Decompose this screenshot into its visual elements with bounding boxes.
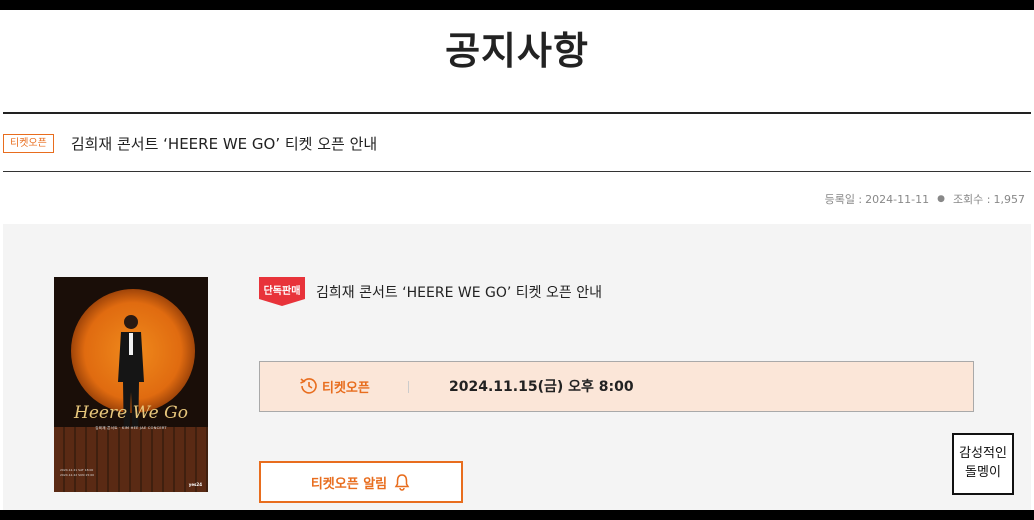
notice-meta: 등록일 : 2024-11-11 ● 조회수 : 1,957: [825, 191, 1025, 207]
concert-poster-image: Heere We Go 김희재 콘서트 · KIM HEE JAE CONCER…: [54, 277, 208, 492]
floating-profile-widget[interactable]: 감성적인 돌멩이: [952, 433, 1014, 495]
open-box-divider: [408, 381, 409, 393]
alarm-button-label: 티켓오픈 알림: [310, 476, 388, 492]
history-clock-icon: [300, 378, 317, 394]
ticket-open-alarm-button[interactable]: 티켓오픈 알림: [259, 461, 463, 503]
notice-content: Heere We Go 김희재 콘서트 · KIM HEE JAE CONCER…: [3, 224, 1031, 510]
notice-page: 공지사항 티켓오픈 김희재 콘서트 ‘HEERE WE GO’ 티켓 오픈 안내…: [0, 10, 1034, 510]
poster-stage-floor: [54, 427, 208, 492]
notice-subject: 김희재 콘서트 ‘HEERE WE GO’ 티켓 오픈 안내: [70, 134, 378, 153]
exclusive-badge: 단독판매: [263, 286, 301, 297]
poster-subtitle: 김희재 콘서트 · KIM HEE JAE CONCERT: [95, 426, 167, 430]
poster-info: 2024.12.21 SAT 18:00 2024.12.22 SUN 15:0…: [60, 468, 120, 478]
divider-top: [3, 112, 1031, 114]
views-count: 1,957: [993, 192, 1026, 206]
bell-icon: [394, 474, 410, 491]
category-badge: 티켓오픈: [3, 133, 54, 153]
detail-title: 김희재 콘서트 ‘HEERE WE GO’ 티켓 오픈 안내: [316, 285, 602, 301]
post-date: 2024-11-11: [865, 192, 930, 206]
ticket-open-box: 티켓오픈 2024.11.15(금) 오후 8:00: [259, 361, 974, 412]
meta-separator: ●: [937, 194, 945, 204]
page-title: 공지사항: [445, 29, 589, 73]
ticket-open-label: 티켓오픈: [322, 381, 370, 396]
poster-logo: yes24: [188, 482, 202, 487]
poster-title: Heere We Go: [74, 403, 188, 423]
ticket-open-date: 2024.11.15(금) 오후 8:00: [449, 379, 634, 395]
views-label: 조회수 :: [952, 193, 991, 206]
widget-line-2: 돌멩이: [965, 465, 1001, 480]
widget-line-1: 감성적인: [959, 446, 1007, 461]
poster-info-line: 2024.12.22 SUN 15:00: [60, 473, 95, 477]
divider-bottom: [3, 171, 1031, 172]
notice-subject-row: 티켓오픈 김희재 콘서트 ‘HEERE WE GO’ 티켓 오픈 안내: [3, 130, 377, 156]
date-label: 등록일 :: [824, 193, 863, 206]
